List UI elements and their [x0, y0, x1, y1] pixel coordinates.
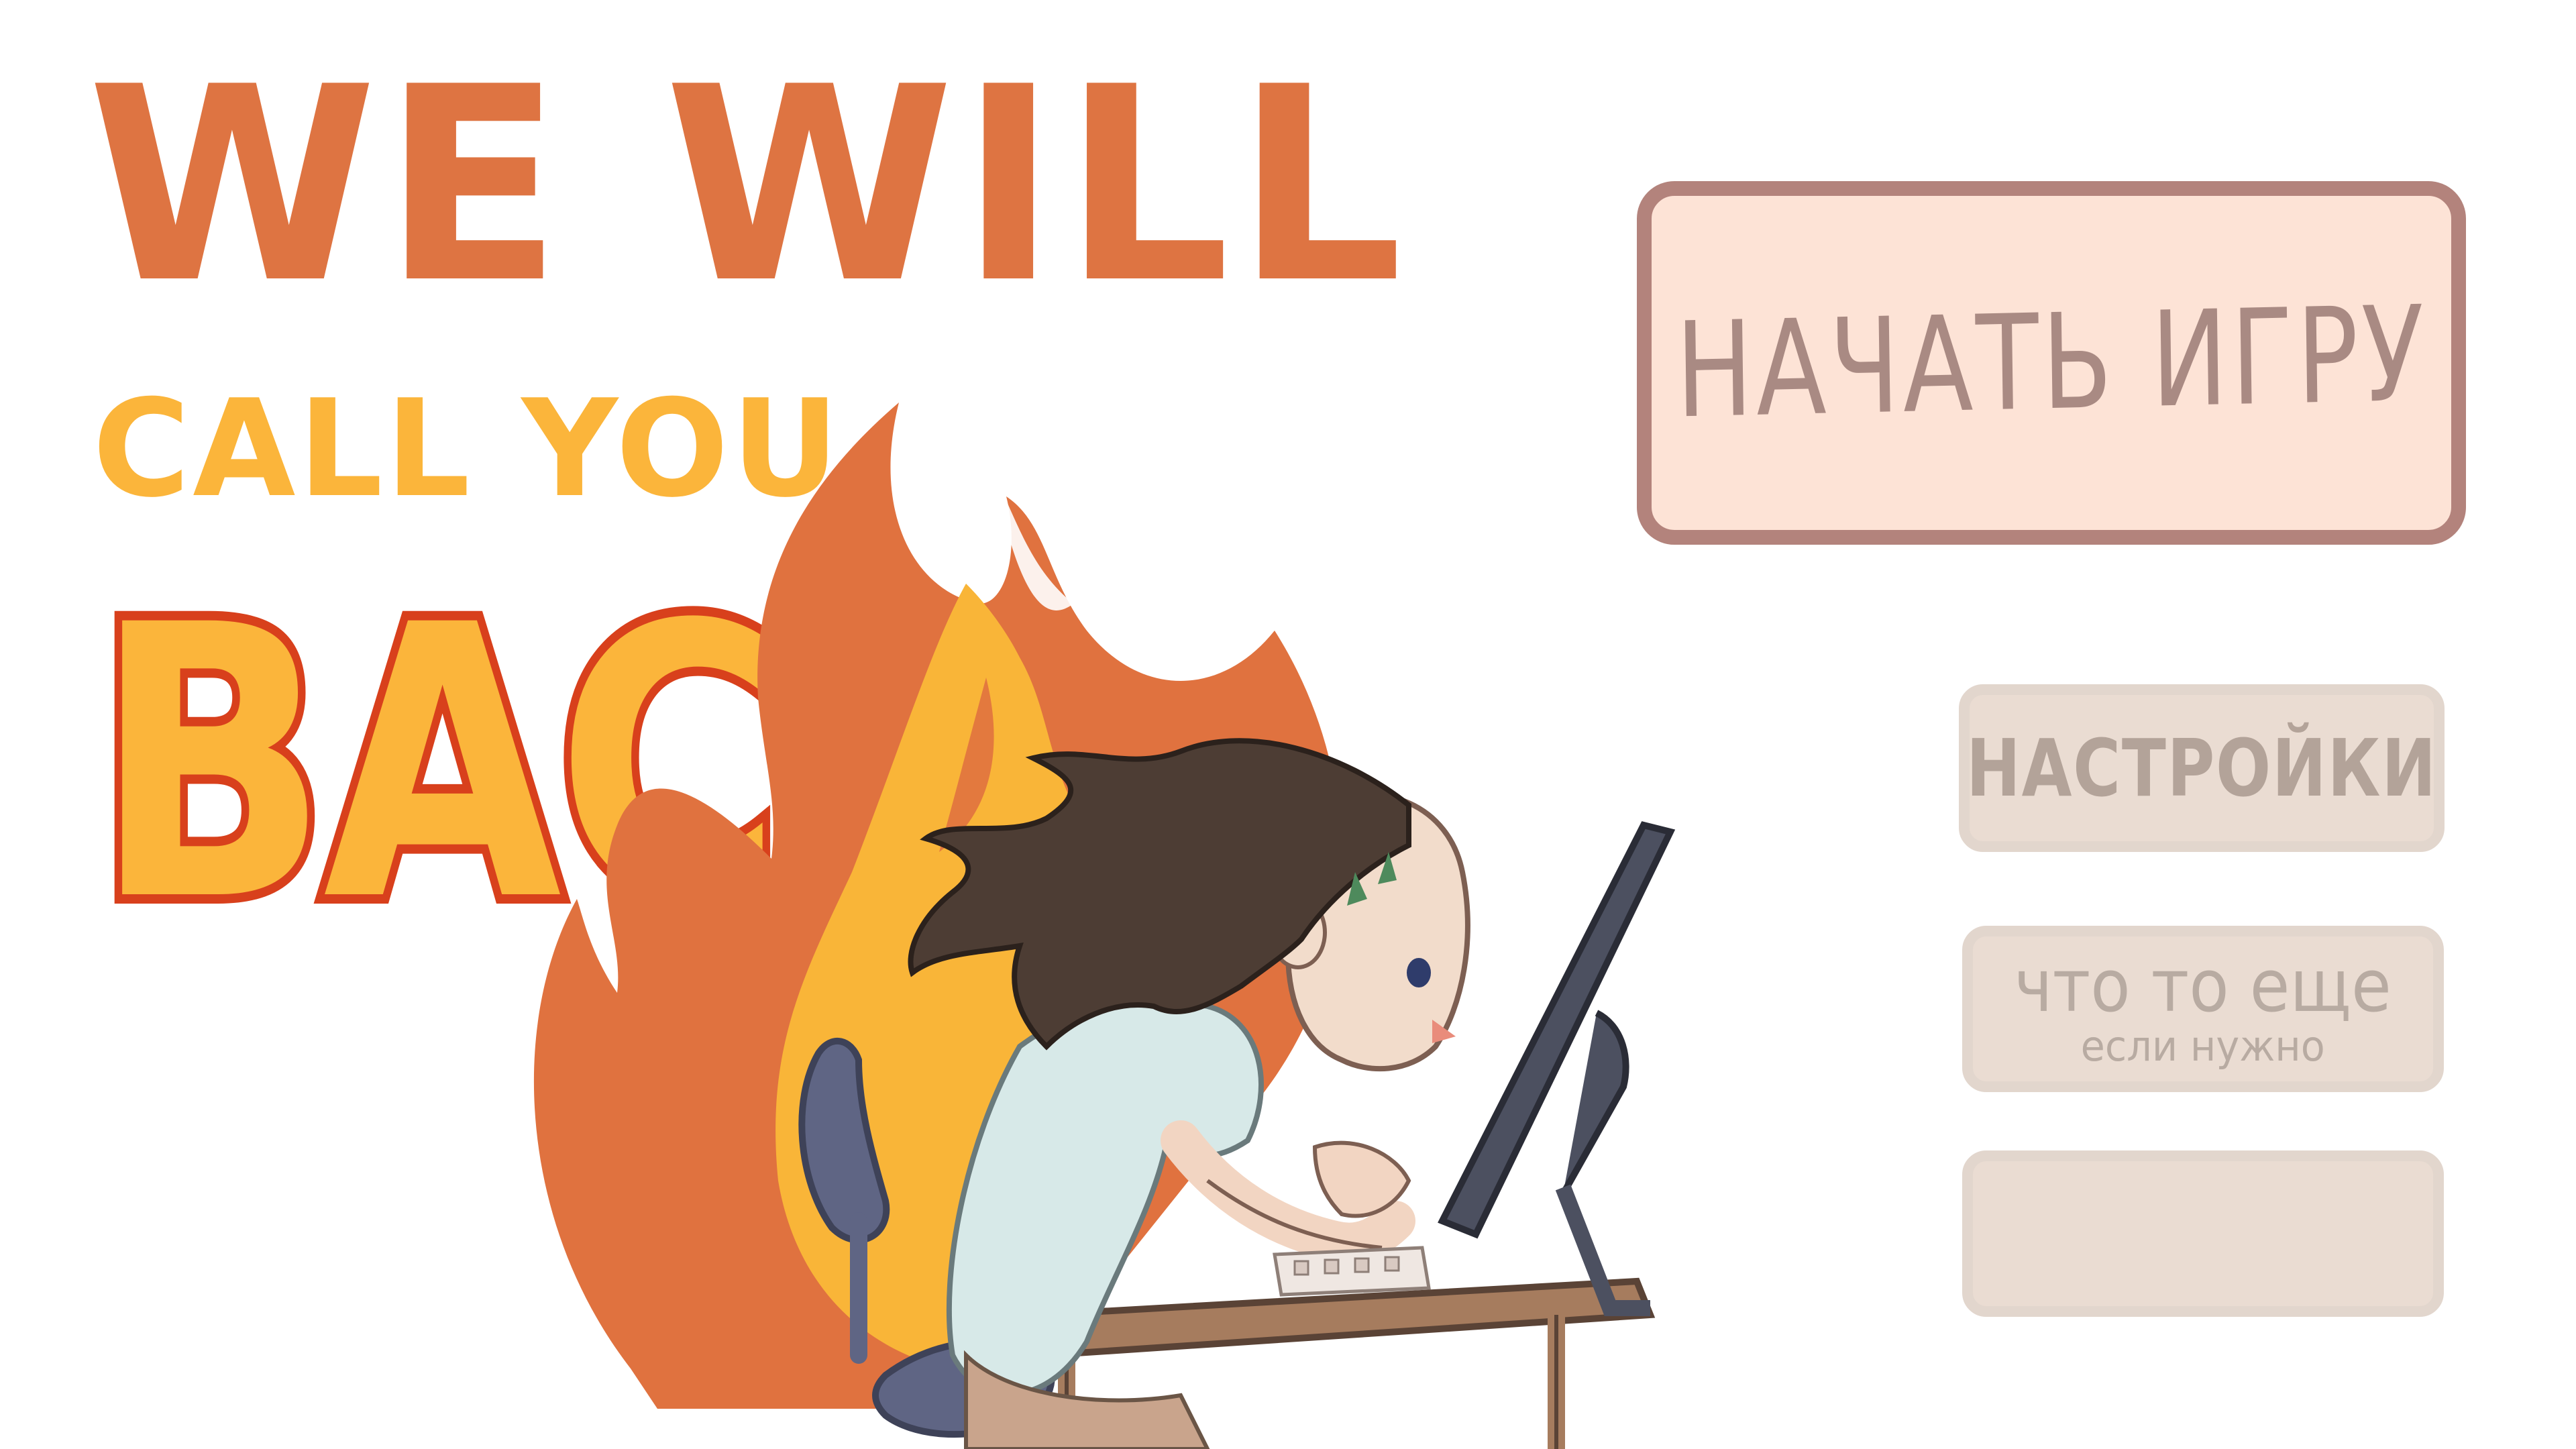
settings-button[interactable]: НАСТРОЙКИ	[1959, 684, 2445, 852]
extra-label: что то еще	[2014, 945, 2392, 1028]
start-game-label: НАЧАТЬ ИГРУ	[1674, 278, 2428, 448]
extra-button[interactable]: что то еще если нужно	[1962, 926, 2444, 1092]
empty-menu-button[interactable]	[1962, 1150, 2444, 1317]
computer-monitor	[1438, 821, 1676, 1316]
extra-sublabel: если нужно	[2080, 1022, 2326, 1071]
start-game-button[interactable]: НАЧАТЬ ИГРУ	[1637, 181, 2466, 545]
settings-label: НАСТРОЙКИ	[1966, 722, 2437, 814]
